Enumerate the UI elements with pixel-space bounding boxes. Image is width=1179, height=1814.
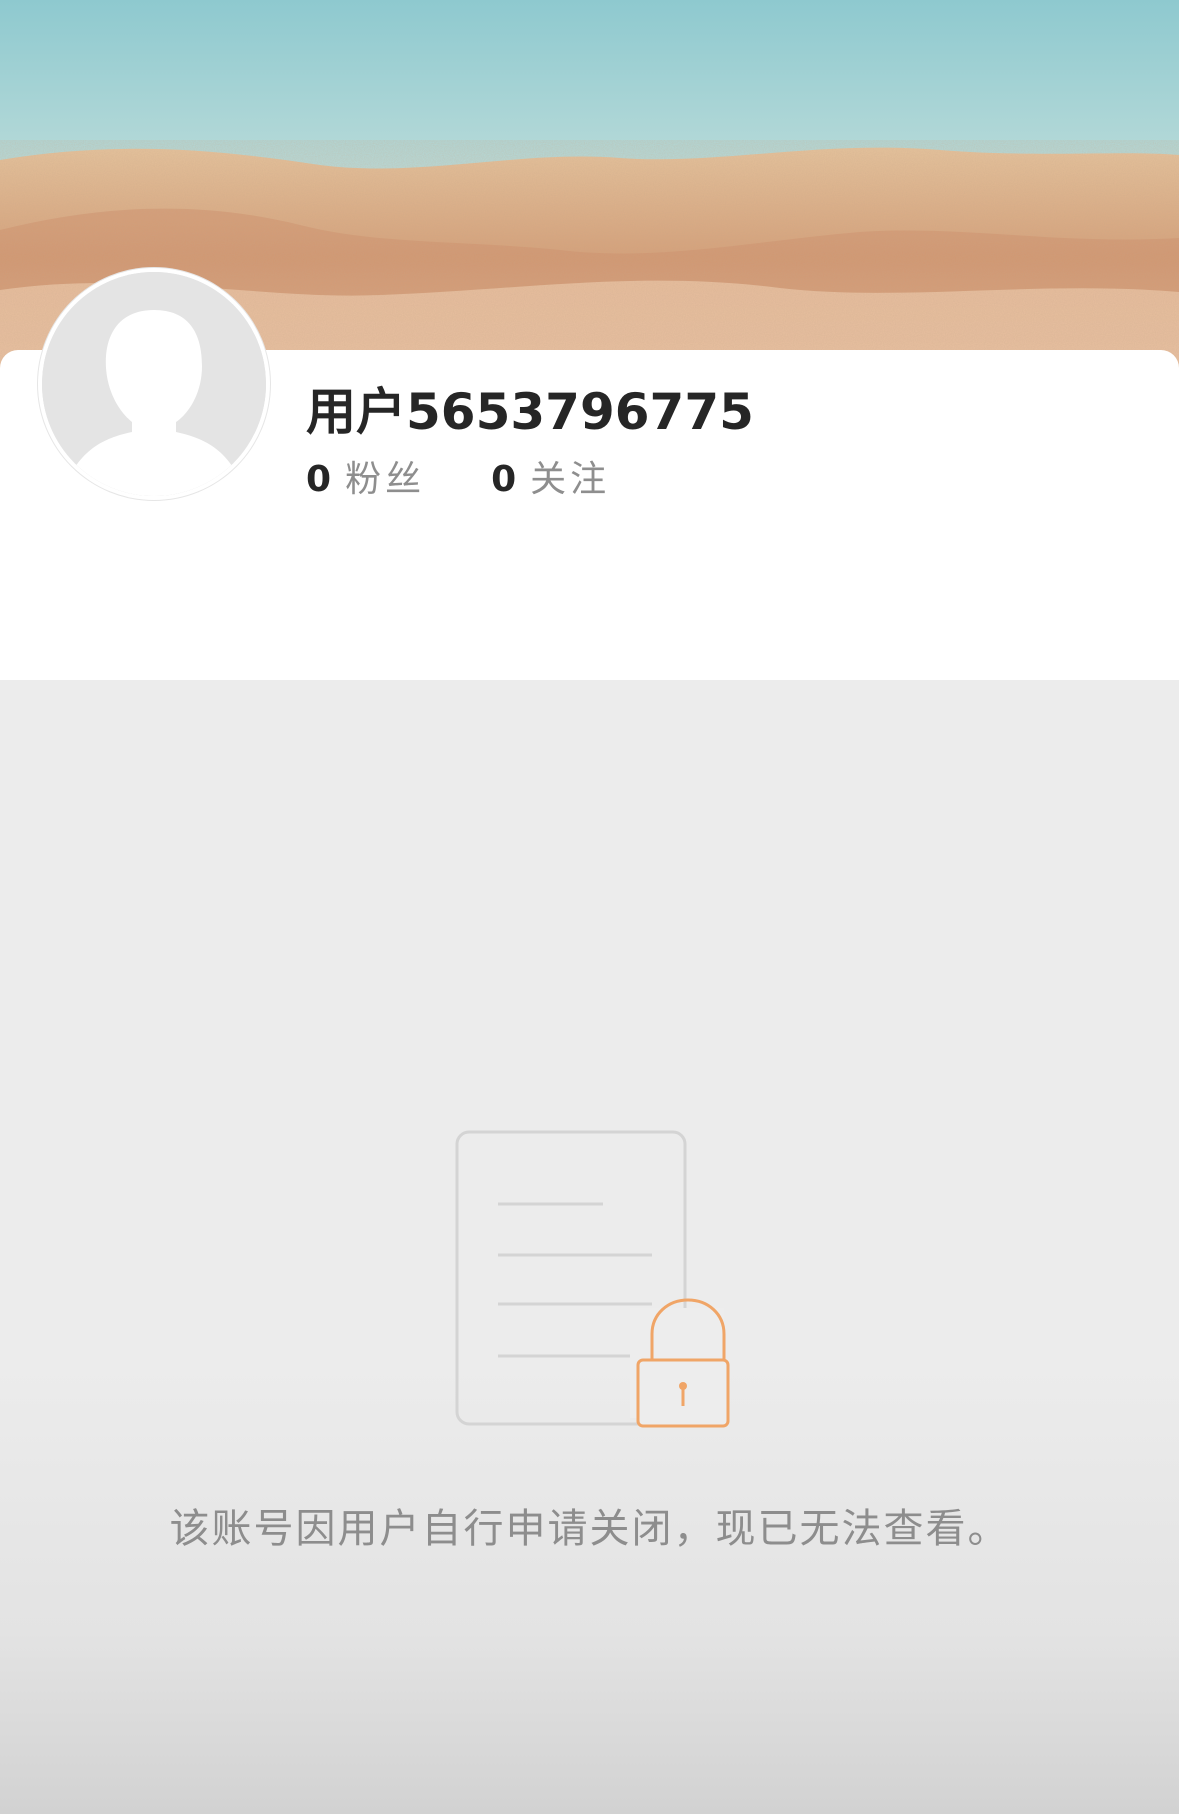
following-stat[interactable]: 0 关注 bbox=[491, 450, 610, 502]
username: 用户5653796775 bbox=[306, 383, 754, 441]
avatar[interactable] bbox=[38, 268, 270, 500]
account-closed-message: 该账号因用户自行申请关闭，现已无法查看。 bbox=[169, 1506, 1010, 1552]
followers-label: 粉丝 bbox=[345, 459, 426, 500]
profile-page: 用户5653796775 0 粉丝 0 关注 该账号因用户自行申请关闭，现已无法… bbox=[0, 0, 1179, 1814]
following-label: 关注 bbox=[530, 459, 611, 500]
followers-count: 0 bbox=[306, 459, 332, 500]
locked-document-icon bbox=[450, 1128, 734, 1434]
following-count: 0 bbox=[491, 459, 517, 500]
default-avatar-icon bbox=[42, 272, 266, 496]
followers-stat[interactable]: 0 粉丝 bbox=[306, 450, 425, 502]
profile-stats: 0 粉丝 0 关注 bbox=[306, 450, 610, 502]
